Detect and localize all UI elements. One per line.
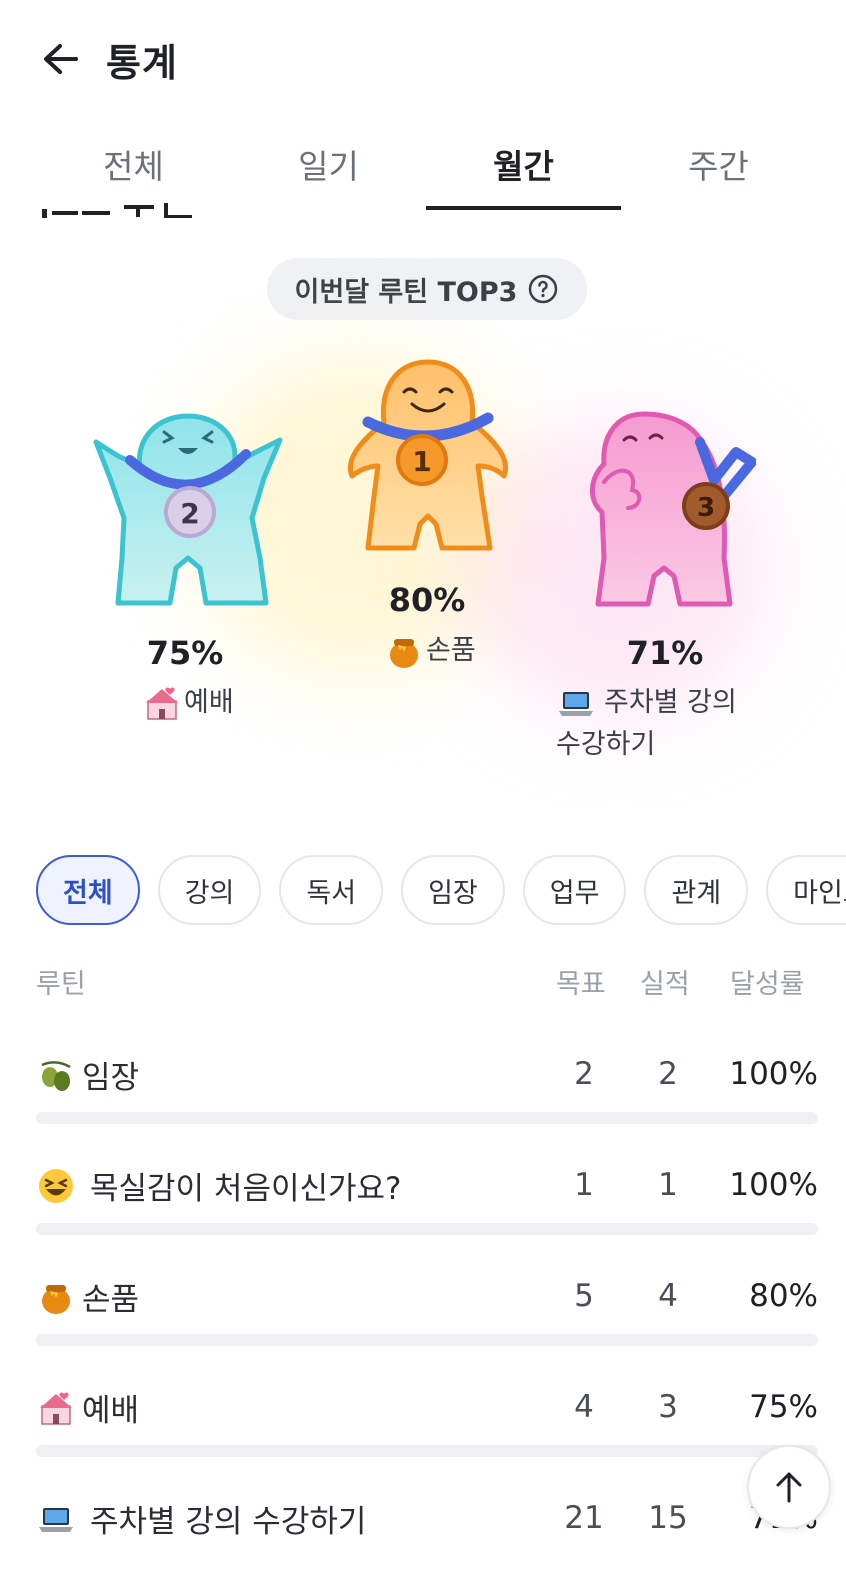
scrolled-heading-remnant [40, 194, 200, 218]
top-bar: 통계 [0, 0, 846, 115]
chip-all[interactable]: 전체 [36, 855, 140, 925]
progress-fill [36, 1334, 662, 1346]
progress-bar [36, 1445, 818, 1457]
first-place-character: 1 [347, 359, 509, 551]
routine-done: 2 [658, 1056, 678, 1092]
table-row[interactable]: 임장 2 2 100% [36, 1040, 818, 1151]
tab-weekly[interactable]: 주간 [621, 120, 816, 210]
tab-diary[interactable]: 일기 [231, 120, 426, 210]
progress-bar [36, 1112, 818, 1124]
routine-name: 예배 [36, 1385, 139, 1430]
routine-rate: 80% [749, 1278, 818, 1314]
routine-name: 주차별 강의 수강하기 [36, 1496, 366, 1541]
routine-goal: 21 [564, 1500, 604, 1536]
routine-name: 손품 [36, 1274, 139, 1319]
church-icon [40, 1392, 72, 1425]
progress-fill [36, 1445, 623, 1457]
table-row[interactable]: 주차별 강의 수강하기 21 15 71% [36, 1484, 818, 1571]
routine-goal: 5 [574, 1278, 594, 1314]
back-button[interactable] [38, 36, 84, 82]
routine-goal: 1 [574, 1167, 594, 1203]
progress-bar [36, 1223, 818, 1235]
routine-goal: 4 [574, 1389, 594, 1425]
progress-bar [36, 1334, 818, 1346]
routine-done: 3 [658, 1389, 678, 1425]
routine-done: 4 [658, 1278, 678, 1314]
chip-lecture[interactable]: 강의 [157, 855, 262, 925]
table-row[interactable]: 손품 5 4 80% [36, 1262, 818, 1373]
header-goal: 목표 [556, 969, 606, 1000]
header-routine: 루틴 [36, 969, 86, 1000]
routine-goal: 2 [574, 1056, 594, 1092]
question-circle-icon[interactable] [527, 273, 559, 305]
laughing-face-icon [39, 1168, 73, 1203]
rank-1-label: 1 [412, 445, 431, 478]
arrow-left-icon [44, 44, 78, 74]
chip-imjang[interactable]: 임장 [401, 855, 505, 925]
laptop-icon [559, 692, 593, 716]
chip-mind[interactable]: 마인드 [766, 855, 846, 925]
page-title: 통계 [106, 41, 178, 85]
routine-table-header: 루틴 목표 실적 달성률 [36, 962, 818, 1002]
first-place-name: 손품 [384, 630, 476, 672]
olive-icon [41, 1060, 71, 1091]
table-row[interactable]: 목실감이 처음이신가요? 1 1 100% [36, 1151, 818, 1262]
tab-monthly[interactable]: 월간 [426, 120, 621, 210]
routine-rate: 100% [729, 1056, 818, 1092]
progress-fill [36, 1223, 818, 1235]
chip-relationship[interactable]: 관계 [644, 855, 749, 925]
arrow-up-icon [776, 1472, 802, 1503]
honey-pot-icon [390, 639, 418, 668]
first-place-percent: 80% [388, 581, 466, 619]
routine-name: 목실감이 처음이신가요? [36, 1163, 402, 1208]
top3-title: 이번달 루틴 TOP3 [294, 276, 518, 308]
chip-reading[interactable]: 독서 [279, 855, 384, 925]
routine-name: 임장 [36, 1052, 139, 1097]
church-icon [146, 687, 178, 720]
rank-2-label: 2 [180, 497, 199, 530]
second-place-character: 2 [93, 413, 283, 606]
third-place-character: 3 [590, 411, 756, 607]
routine-rate: 100% [729, 1167, 818, 1203]
routine-done: 1 [658, 1167, 678, 1203]
header-rate: 달성률 [730, 969, 805, 1000]
routine-rate: 75% [749, 1389, 818, 1425]
chip-work[interactable]: 업무 [522, 855, 627, 925]
category-filter-chips: 전체 강의 독서 임장 업무 관계 마인드 [36, 855, 846, 925]
second-place-percent: 75% [146, 634, 224, 672]
table-row[interactable]: 예배 4 3 75% [36, 1373, 818, 1484]
progress-fill [36, 1112, 818, 1124]
rank-3-label: 3 [697, 493, 715, 523]
routine-done: 15 [648, 1500, 688, 1536]
header-done: 실적 [640, 969, 690, 1000]
top3-title-pill: 이번달 루틴 TOP3 [267, 258, 587, 320]
scroll-to-top-button[interactable] [747, 1445, 831, 1529]
third-place-name: 주차별 강의 수강하기 [556, 682, 776, 766]
honey-pot-icon [42, 1284, 70, 1314]
third-place-percent: 71% [626, 634, 704, 672]
laptop-icon [39, 1507, 73, 1532]
second-place-name: 예배 [142, 682, 234, 724]
